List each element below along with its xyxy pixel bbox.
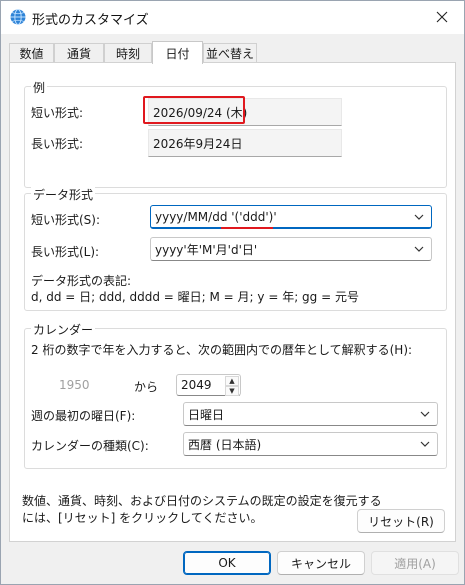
spinner-buttons: ▲ ▼ [225, 376, 239, 396]
sample-short-label: 短い形式: [31, 106, 84, 120]
long-date-format-value: yyyy'年'M'月'd'日' [155, 242, 258, 257]
spin-down-icon[interactable]: ▼ [225, 386, 239, 396]
sample-long-label: 長い形式: [31, 137, 84, 151]
reset-button[interactable]: リセット(R) [357, 509, 445, 533]
window-title: 形式のカスタマイズ [32, 13, 149, 28]
close-button[interactable] [424, 3, 460, 31]
kara-label: から [134, 380, 159, 394]
tab-time[interactable]: 時刻 [104, 43, 152, 63]
calendar-group: カレンダー 2 桁の数字で年を入力すると、次の範囲内での暦年として解釈する(H)… [24, 321, 447, 469]
year-to-value: 2049 [181, 378, 212, 392]
tab-numbers[interactable]: 数値 [9, 43, 54, 63]
calendar-type-label: カレンダーの種類(C): [31, 439, 149, 453]
example-group: 例 短い形式: 2026/09/24 (木) 長い形式: 2026年9月24日 [24, 79, 447, 188]
sample-long-value: 2026年9月24日 [148, 129, 342, 157]
chevron-down-icon[interactable] [419, 408, 431, 420]
highlight-box [143, 96, 245, 124]
tab-date[interactable]: 日付 [152, 41, 203, 64]
tab-bar: 数値 通貨 時刻 日付 並べ替え [9, 41, 456, 64]
date-format-group-title: データ形式 [31, 186, 96, 203]
tab-currency[interactable]: 通貨 [54, 43, 104, 63]
year-from-field: 1950 [59, 378, 90, 392]
highlight-underline [221, 227, 273, 229]
long-date-format-combo[interactable]: yyyy'年'M'月'd'日' [150, 237, 432, 261]
globe-settings-icon [10, 9, 26, 25]
title-bar: 形式のカスタマイズ [1, 1, 464, 34]
calendar-type-combo[interactable]: 西暦 (日本語) [183, 432, 438, 456]
first-day-combo[interactable]: 日曜日 [183, 402, 438, 426]
apply-button[interactable]: 適用(A) [371, 551, 459, 575]
tab-sort[interactable]: 並べ替え [203, 43, 257, 63]
short-format-label: 短い形式(S): [31, 213, 101, 227]
first-day-label: 週の最初の曜日(F): [31, 409, 136, 423]
short-date-format-value: yyyy/MM/dd '('ddd')' [155, 209, 277, 224]
cancel-button[interactable]: キャンセル [277, 551, 365, 575]
close-icon [436, 11, 448, 23]
long-format-label: 長い形式(L): [31, 245, 100, 259]
restore-text-line1: 数値、通貨、時刻、および日付のシステムの既定の設定を復元する [22, 494, 382, 508]
first-day-value: 日曜日 [188, 407, 225, 422]
short-date-format-combo[interactable]: yyyy/MM/dd '('ddd')' [150, 205, 432, 229]
calendar-type-value: 西暦 (日本語) [188, 437, 262, 452]
restore-text-line2: には、[リセット] をクリックしてください。 [22, 511, 263, 525]
spin-up-icon[interactable]: ▲ [225, 376, 239, 386]
two-digit-year-text: 2 桁の数字で年を入力すると、次の範囲内での暦年として解釈する(H): [31, 343, 413, 357]
notation-label: データ形式の表記: [31, 274, 132, 288]
chevron-down-icon[interactable] [413, 243, 425, 255]
ok-button[interactable]: OK [183, 551, 271, 575]
calendar-group-title: カレンダー [31, 321, 96, 338]
chevron-down-icon[interactable] [413, 211, 425, 223]
sample-long-text: 2026年9月24日 [153, 136, 243, 151]
date-format-group: データ形式 短い形式(S): yyyy/MM/dd '('ddd')' 長い形式… [24, 186, 447, 311]
restore-text: 数値、通貨、時刻、および日付のシステムの既定の設定を復元する には、[リセット]… [22, 493, 382, 527]
customize-format-dialog: 形式のカスタマイズ 数値 通貨 時刻 日付 並べ替え 例 短い形式: 2026/… [0, 0, 465, 585]
year-to-spinner[interactable]: 2049 ▲ ▼ [176, 374, 241, 396]
date-tab-panel: 例 短い形式: 2026/09/24 (木) 長い形式: 2026年9月24日 … [9, 62, 456, 542]
chevron-down-icon[interactable] [419, 438, 431, 450]
notation-text: d, dd = 日; ddd, dddd = 曜日; M = 月; y = 年;… [31, 290, 359, 304]
example-group-title: 例 [31, 79, 48, 96]
